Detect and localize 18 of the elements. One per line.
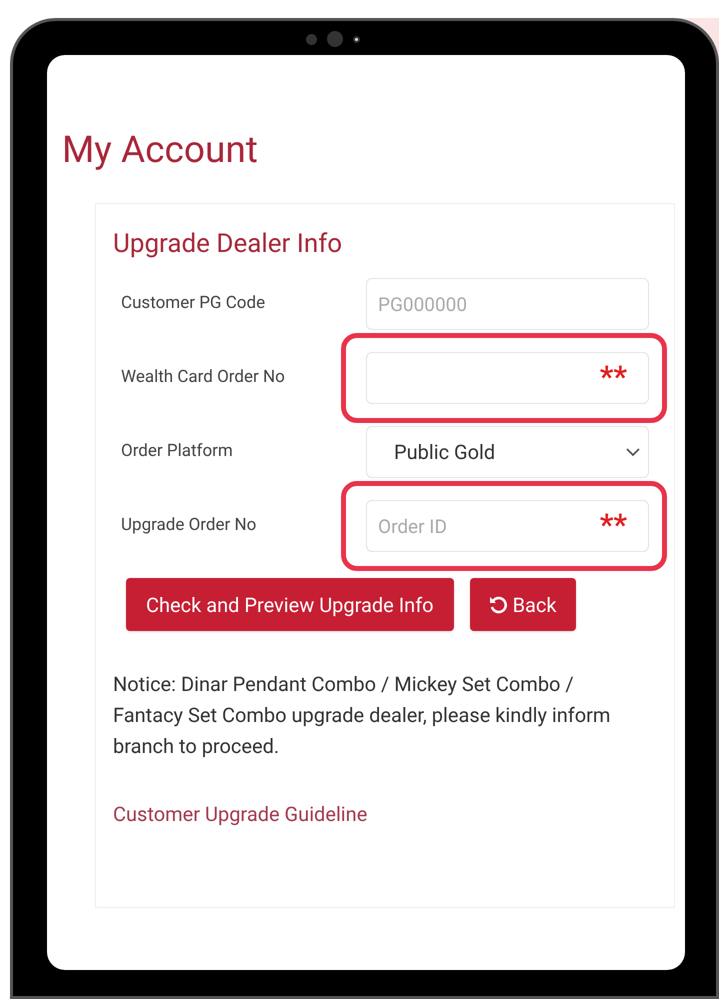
guideline-link[interactable]: Customer Upgrade Guideline [113, 800, 368, 828]
input-field[interactable] [366, 352, 649, 404]
required-mark: ** [600, 507, 627, 545]
field-label: Upgrade Order No [121, 515, 256, 536]
card-title: Upgrade Dealer Info [113, 228, 342, 261]
notice-text: Notice: Dinar Pendant Combo / Mickey Set Combo / Fantacy Set Combo upgrade dealer, please kindly inform branch to proceed. [113, 671, 612, 760]
required-mark: ** [600, 359, 627, 397]
platform-select[interactable]: Public Gold [366, 426, 649, 478]
camera-icon [306, 31, 360, 47]
back-button[interactable]: Back [470, 578, 576, 631]
field-label: Wealth Card Order No [121, 367, 285, 388]
undo-icon [488, 596, 507, 614]
page-title: My Account [62, 128, 258, 174]
input-field[interactable]: PG000000 [366, 278, 649, 330]
chevron-down-icon [626, 448, 640, 456]
field-label: Order Platform [121, 441, 233, 462]
preview-button[interactable]: Check and Preview Upgrade Info [126, 578, 454, 631]
field-label: Customer PG Code [121, 293, 266, 314]
